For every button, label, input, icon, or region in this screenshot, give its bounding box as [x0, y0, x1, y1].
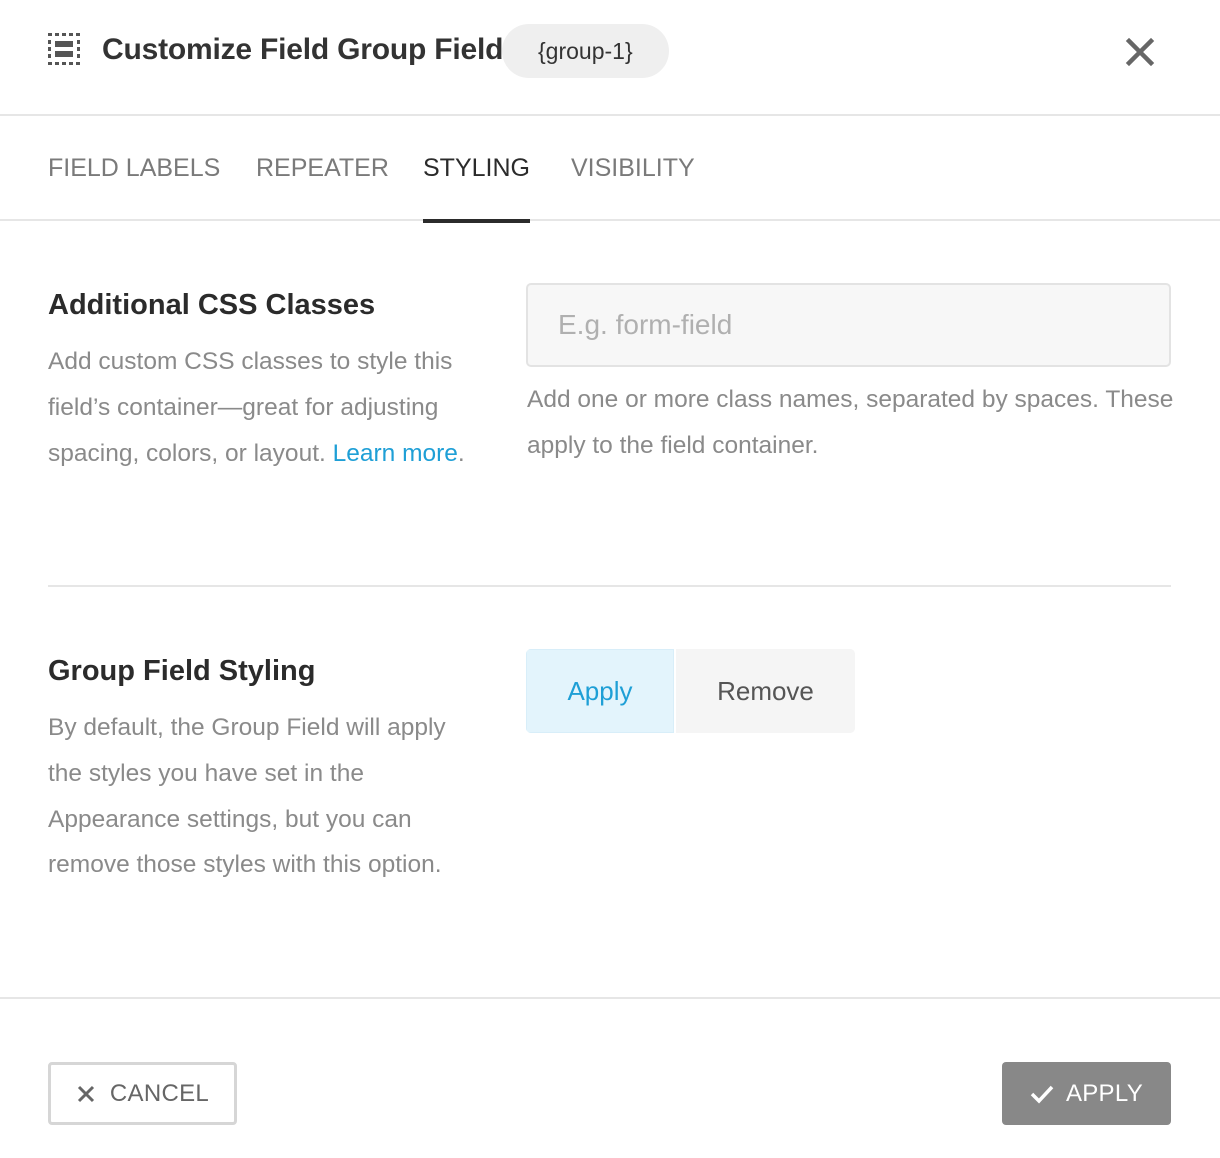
- tab-styling[interactable]: STYLING: [423, 152, 530, 223]
- field-group-icon: [48, 33, 80, 65]
- cancel-label: CANCEL: [109, 1079, 210, 1107]
- x-icon: [77, 1085, 94, 1102]
- css-classes-title: Additional CSS Classes: [48, 289, 376, 321]
- css-classes-input[interactable]: [526, 283, 1171, 367]
- css-classes-description: Add custom CSS classes to style this fie…: [48, 339, 468, 476]
- tab-repeater[interactable]: REPEATER: [256, 152, 389, 221]
- merge-tag-badge: {group-1}: [502, 24, 669, 78]
- apply-button[interactable]: APPLY: [1002, 1062, 1171, 1125]
- group-styling-title: Group Field Styling: [48, 655, 316, 687]
- tab-field-labels[interactable]: FIELD LABELS: [48, 152, 220, 221]
- group-styling-toggle: Apply Remove: [526, 649, 855, 733]
- learn-more-suffix: .: [457, 439, 465, 467]
- checkmark-icon: [1030, 1085, 1054, 1104]
- tab-visibility[interactable]: VISIBILITY: [571, 152, 695, 221]
- section-divider: [48, 585, 1171, 587]
- css-classes-help: Add one or more class names, separated b…: [527, 386, 1174, 459]
- modal-footer: CANCEL APPLY: [0, 997, 1220, 1158]
- group-styling-description: By default, the Group Field will apply t…: [48, 714, 446, 879]
- cancel-button[interactable]: CANCEL: [48, 1062, 237, 1125]
- modal-title: Customize Field Group Field: [102, 33, 504, 66]
- styling-apply-option[interactable]: Apply: [526, 649, 674, 733]
- close-icon[interactable]: [1122, 34, 1158, 70]
- tab-bar: FIELD LABELS REPEATER STYLING VISIBILITY: [0, 116, 1220, 223]
- learn-more-link[interactable]: Learn more: [333, 440, 458, 467]
- apply-label: APPLY: [1065, 1079, 1144, 1107]
- modal-header: Customize Field Group Field {group-1}: [0, 0, 1220, 116]
- styling-remove-option[interactable]: Remove: [674, 649, 855, 733]
